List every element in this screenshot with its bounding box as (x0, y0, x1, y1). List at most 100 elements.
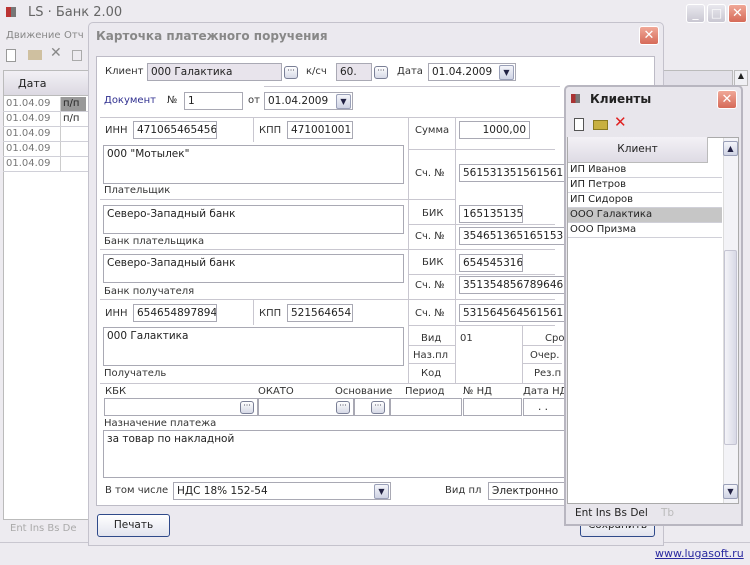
client-lookup-button[interactable]: ··· (284, 66, 298, 79)
recipient-inn-input[interactable]: 654654897894 (133, 304, 217, 322)
maximize-button[interactable]: □ (707, 4, 726, 23)
naz-label: Наз.пл (413, 350, 449, 361)
sum-label: Сумма (415, 125, 450, 136)
recipient-bank-acc-input[interactable]: 35135485678964651 (459, 276, 565, 294)
payer-bank-acc-input[interactable]: 35465136516515361 (459, 227, 565, 245)
clients-new-icon[interactable] (574, 118, 584, 131)
including-select[interactable]: НДС 18% 152-54 (173, 482, 391, 500)
clients-close-button[interactable]: ✕ (717, 90, 737, 109)
payer-kpp-input[interactable]: 471001001 (287, 121, 353, 139)
okato-lookup-button[interactable]: ··· (336, 401, 350, 414)
clients-app-icon (571, 94, 580, 103)
table-row[interactable]: 01.04.09 п/п (3, 112, 88, 127)
clients-delete-icon[interactable]: ✕ (614, 113, 627, 131)
row-date: 01.04.09 (6, 143, 51, 154)
client-label: Клиент (105, 66, 144, 77)
basis-label: Основание (335, 386, 393, 397)
recipient-caption: Получатель (104, 368, 167, 379)
recipient-bank-caption: Банк получателя (104, 286, 195, 297)
payer-bank-caption: Банк плательщика (104, 236, 205, 247)
document-label[interactable]: Документ (104, 95, 156, 106)
hotkeys-bar: Ent Ins Bs De (10, 523, 77, 534)
nd-number-input[interactable] (463, 398, 522, 416)
payer-name-textarea[interactable]: 000 "Мотылек" (103, 145, 404, 184)
client-list-item[interactable]: ИП Петров (568, 178, 722, 193)
table-row[interactable]: 01.04.09 п/п (3, 97, 88, 112)
nd-number-label: № НД (463, 386, 492, 397)
period-input[interactable] (390, 398, 462, 416)
okato-label: ОКАТО (258, 386, 294, 397)
recipient-name-textarea[interactable]: 000 Галактика (103, 327, 404, 366)
app-close-button[interactable]: ✕ (728, 4, 747, 23)
kbk-lookup-button[interactable]: ··· (240, 401, 254, 414)
scroll-up-icon[interactable]: ▲ (734, 70, 748, 86)
table-row[interactable]: 01.04.09 (3, 157, 88, 172)
app-title: LS · Банк 2.00 (28, 5, 123, 20)
purpose-textarea[interactable]: за товар по накладной (103, 430, 565, 478)
payer-inn-input[interactable]: 471065465456 (133, 121, 217, 139)
doc-number-input[interactable]: 1 (184, 92, 243, 110)
recipient-bank-textarea[interactable]: Северо-Западный банк (103, 254, 404, 283)
recipient-bank-acc-label: Сч. № (415, 280, 445, 291)
kbk-label: КБК (105, 386, 127, 397)
ks-lookup-button[interactable]: ··· (374, 66, 388, 79)
table-row[interactable]: 01.04.09 (3, 127, 88, 142)
sum-input[interactable]: 1000,00 (459, 121, 530, 139)
kbk-input[interactable] (104, 398, 258, 416)
doc-date-dropdown-icon[interactable]: ▼ (336, 94, 351, 109)
from-label: от (248, 95, 260, 106)
website-link[interactable]: www.lugasoft.ru (655, 547, 744, 560)
payer-caption: Плательщик (104, 185, 171, 196)
clients-open-icon[interactable] (593, 120, 608, 130)
including-label: В том числе (105, 485, 169, 496)
menu-item-reports[interactable]: Отч (64, 30, 84, 41)
recipient-bik-input[interactable]: 654545316 (459, 254, 523, 272)
dialog-close-button[interactable]: ✕ (639, 26, 659, 45)
nd-date-input[interactable]: . . (523, 398, 565, 416)
client-list-item[interactable]: ИП Иванов (568, 163, 722, 178)
payer-bik-input[interactable]: 165135135 (459, 205, 523, 223)
payer-bik-label: БИК (422, 208, 444, 219)
copy-icon[interactable] (72, 50, 82, 61)
payer-inn-label: ИНН (105, 125, 128, 136)
client-list-item[interactable]: ООО Галактика (568, 208, 722, 223)
client-input[interactable]: 000 Галактика (147, 63, 282, 81)
client-list-item[interactable]: ООО Призма (568, 223, 722, 238)
ks-input[interactable]: 60. (336, 63, 372, 81)
scroll-thumb[interactable] (724, 250, 737, 445)
recipient-inn-label: ИНН (105, 308, 128, 319)
clients-scroll-up-icon[interactable]: ▲ (723, 141, 738, 156)
app-icon (6, 7, 16, 17)
new-icon[interactable] (6, 49, 16, 62)
table-row[interactable]: 01.04.09 (3, 142, 88, 157)
clients-scroll-down-icon[interactable]: ▼ (723, 484, 738, 499)
recipient-acc-input[interactable]: 53156456456156161 (459, 304, 565, 322)
payment-type-select[interactable]: Электронно (488, 482, 565, 500)
recipient-acc-label: Сч. № (415, 308, 445, 319)
row-date: 01.04.09 (6, 158, 51, 169)
vid-value[interactable]: 01 (460, 333, 473, 344)
number-label: № (167, 95, 178, 106)
row-date: 01.04.09 (6, 128, 51, 139)
recipient-kpp-input[interactable]: 521564654 (287, 304, 353, 322)
print-button[interactable]: Печать (97, 514, 170, 537)
including-dropdown-icon[interactable]: ▼ (374, 484, 389, 499)
row-type: п/п (60, 97, 86, 111)
date-dropdown-icon[interactable]: ▼ (499, 65, 514, 80)
nd-date-label: Дата НД (523, 386, 568, 397)
payment-type-label: Вид пл (445, 485, 482, 496)
date-label: Дата (397, 66, 423, 77)
menu-item-movement[interactable]: Движение (6, 30, 61, 41)
clients-grid-header[interactable]: Клиент (568, 137, 708, 163)
payer-bank-textarea[interactable]: Северо-Западный банк (103, 205, 404, 234)
purpose-label: Назначение платежа (104, 418, 217, 429)
client-list-item[interactable]: ИП Сидоров (568, 193, 722, 208)
row-type (60, 157, 86, 171)
payer-acc-input[interactable]: 56153135156156161 (459, 164, 565, 182)
kod-label: Код (421, 368, 442, 379)
minimize-button[interactable]: _ (686, 4, 705, 23)
grid-header-date[interactable]: Дата (18, 77, 46, 90)
open-icon[interactable] (28, 50, 42, 60)
basis-lookup-button[interactable]: ··· (371, 401, 385, 414)
delete-icon[interactable]: ✕ (50, 45, 62, 61)
